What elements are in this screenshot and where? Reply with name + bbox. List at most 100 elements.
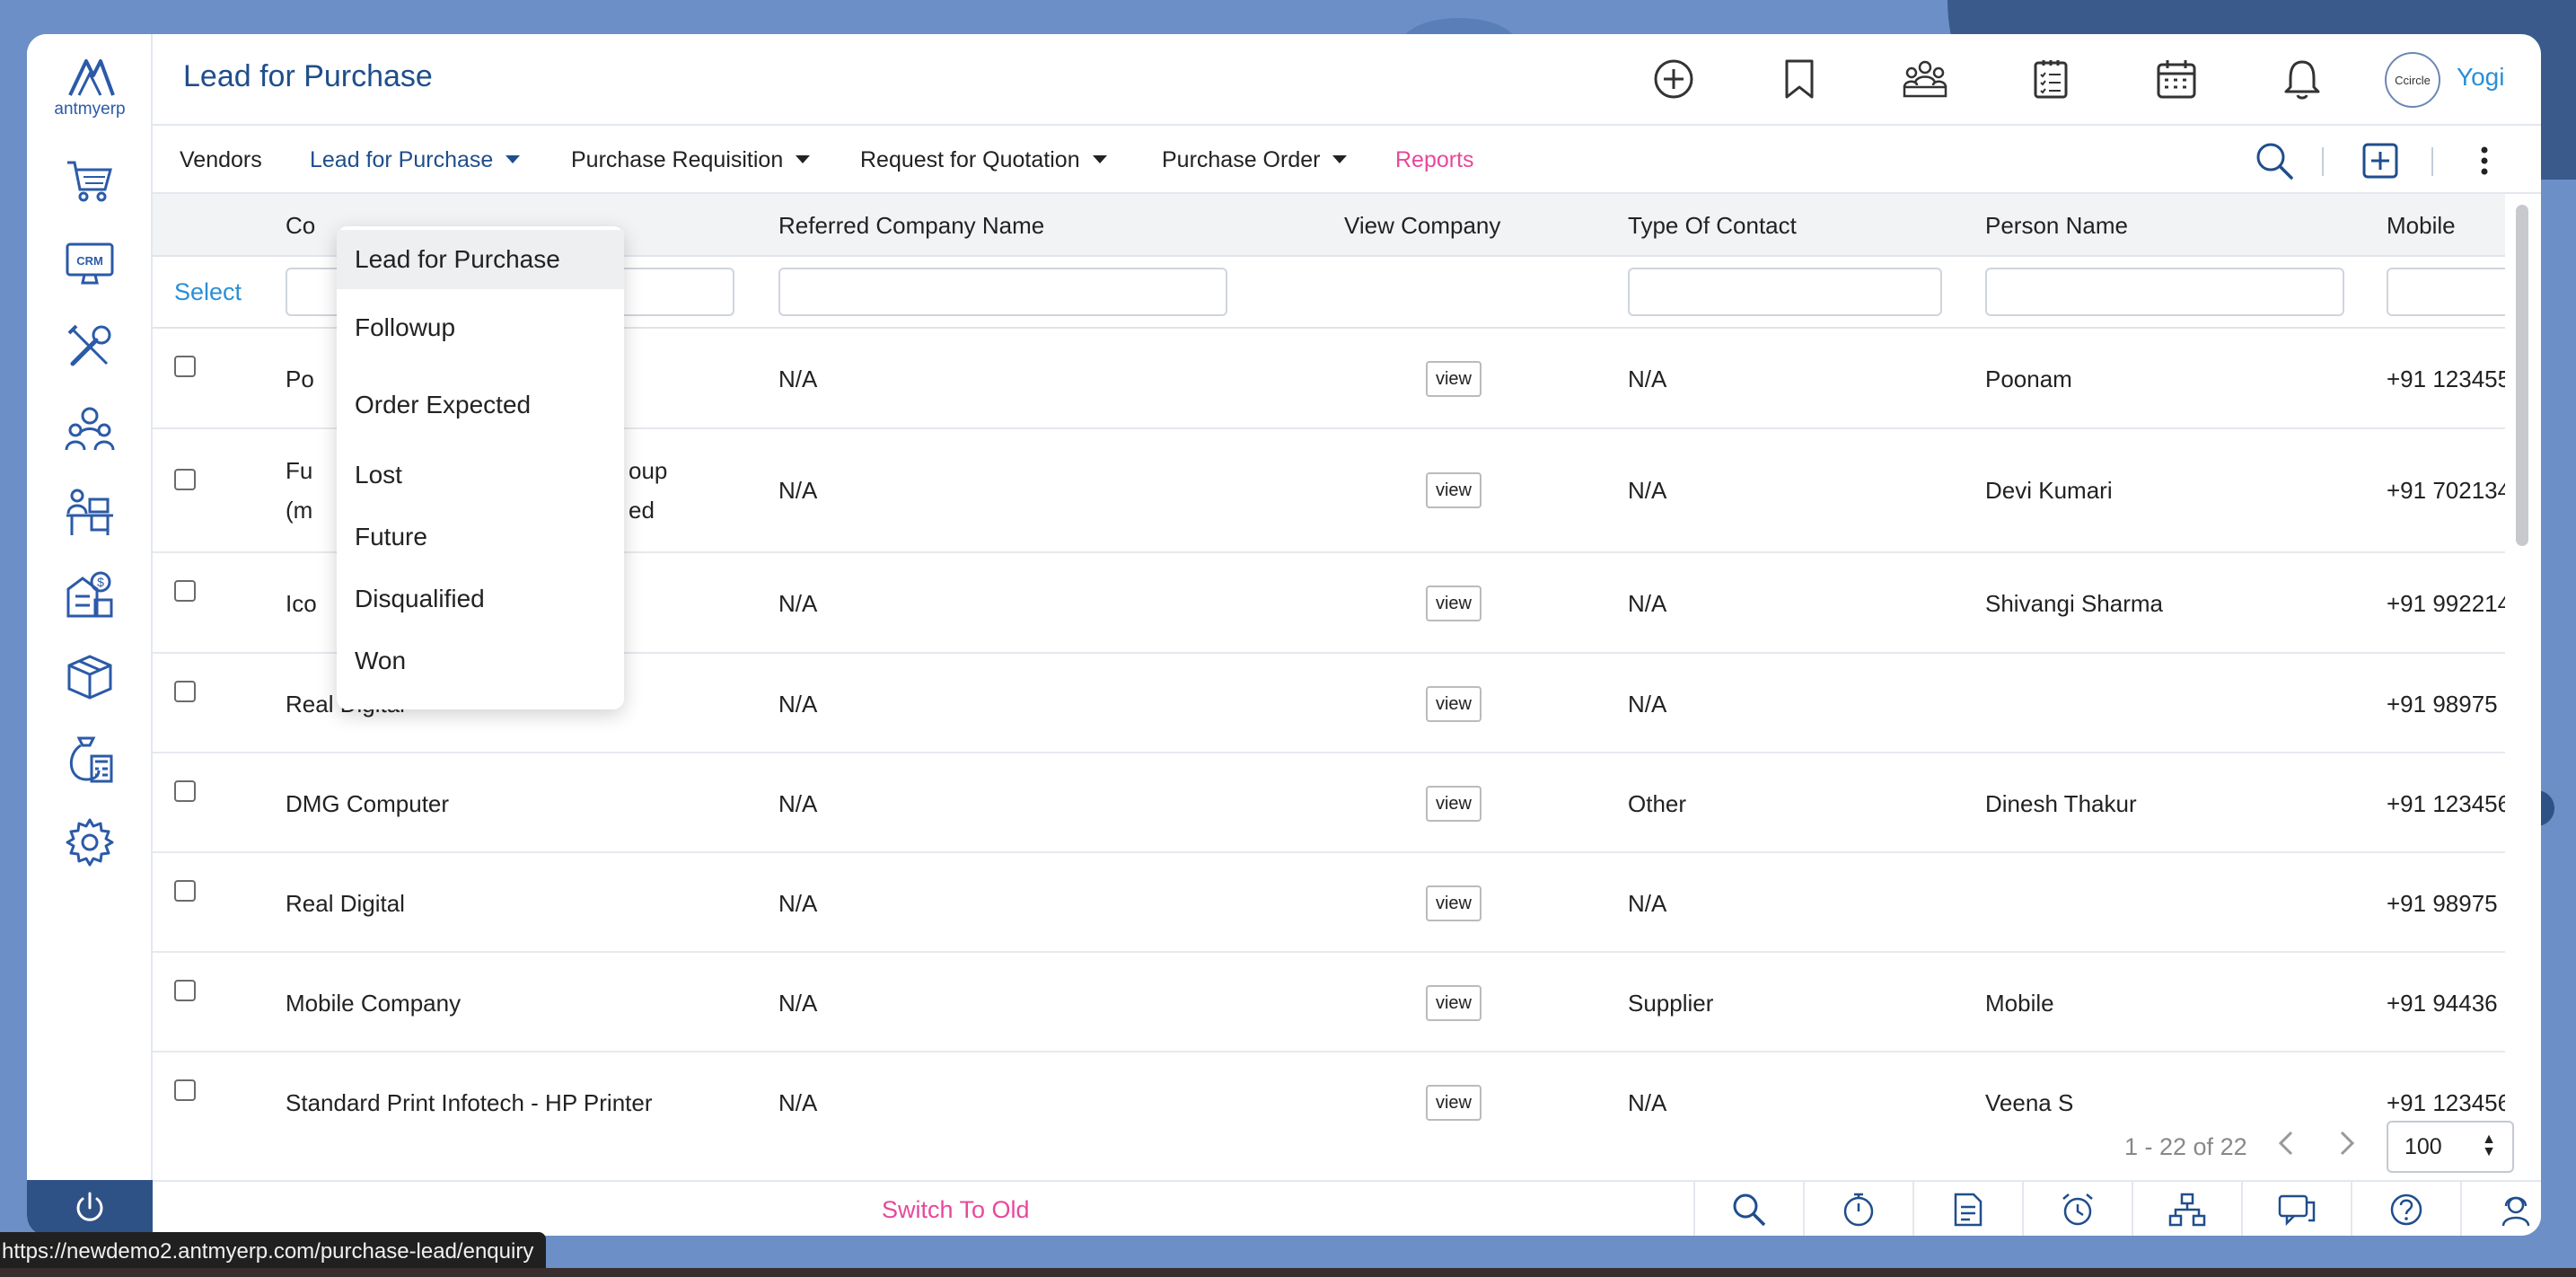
dropdown-item-won[interactable]: Won <box>337 631 624 691</box>
column-company[interactable]: Co <box>286 212 315 240</box>
tab-vendors-label: Vendors <box>180 147 262 172</box>
column-type-of-contact[interactable]: Type Of Contact <box>1628 212 1797 240</box>
sidebar-item-finance[interactable]: $ <box>61 566 119 623</box>
page-size-select[interactable]: 100 ▲ ▼ <box>2387 1121 2514 1173</box>
meetings-button[interactable] <box>1900 54 1950 104</box>
row-checkbox[interactable] <box>174 356 196 377</box>
mobile-cell: +91 992214 <box>2387 590 2505 617</box>
view-company-button[interactable]: view <box>1426 472 1481 508</box>
tab-request-for-quotation[interactable]: Request for Quotation <box>860 147 1107 173</box>
footer-support-button[interactable] <box>2460 1182 2541 1236</box>
company-cell: Po <box>286 365 314 392</box>
column-mobile[interactable]: Mobile <box>2387 212 2456 240</box>
power-button[interactable] <box>27 1180 153 1236</box>
person-cell: Veena S <box>1985 1089 2074 1116</box>
search-button[interactable] <box>2254 140 2295 181</box>
sidebar-item-hr[interactable] <box>61 401 119 458</box>
dropdown-item-lead-for-purchase[interactable]: Lead for Purchase <box>337 230 624 289</box>
type-cell: N/A <box>1628 590 1667 617</box>
row-checkbox[interactable] <box>174 469 196 490</box>
tab-po-label: Purchase Order <box>1162 147 1321 172</box>
sidebar-item-purchase[interactable] <box>61 153 119 210</box>
app-logo[interactable]: antmyerp <box>47 56 133 119</box>
tab-purchase-requisition[interactable]: Purchase Requisition <box>571 147 811 173</box>
person-cell: Dinesh Thakur <box>1985 790 2137 817</box>
row-checkbox[interactable] <box>174 780 196 802</box>
tab-vendors[interactable]: Vendors <box>180 147 262 173</box>
notifications-button[interactable] <box>2277 54 2327 104</box>
svg-text:CRM: CRM <box>76 254 103 268</box>
next-page-button[interactable] <box>2329 1121 2365 1166</box>
person-filter-input[interactable] <box>1985 268 2344 316</box>
page-title: Lead for Purchase <box>183 59 433 93</box>
calendar-button[interactable] <box>2151 54 2202 104</box>
sidebar-item-inventory[interactable] <box>61 648 119 706</box>
table-row[interactable]: Standard Print Infotech - HP Printer N/A… <box>153 1052 2505 1140</box>
referred-cell: N/A <box>778 590 818 617</box>
row-checkbox[interactable] <box>174 880 196 902</box>
view-company-button[interactable]: view <box>1426 786 1481 822</box>
row-checkbox[interactable] <box>174 580 196 602</box>
table-scrollbar[interactable] <box>2516 205 2528 546</box>
team-icon <box>65 407 115 451</box>
mobile-cell: +91 123456 <box>2387 1089 2505 1116</box>
footer-chat-button[interactable] <box>2241 1182 2351 1236</box>
sidebar-item-services[interactable] <box>61 318 119 375</box>
sidebar-item-accounts[interactable] <box>61 731 119 788</box>
document-icon <box>1954 1193 1983 1227</box>
footer-timer-button[interactable] <box>1803 1182 1912 1236</box>
referred-cell: N/A <box>778 790 818 817</box>
dropdown-item-disqualified[interactable]: Disqualified <box>337 569 624 629</box>
footer-document-button[interactable] <box>1912 1182 2022 1236</box>
sidebar-item-office[interactable] <box>61 483 119 541</box>
footer-alarm-button[interactable] <box>2022 1182 2132 1236</box>
view-company-button[interactable]: view <box>1426 361 1481 397</box>
column-person-name[interactable]: Person Name <box>1985 212 2128 240</box>
add-record-button[interactable] <box>2360 140 2401 181</box>
table-row[interactable]: DMG Computer N/A view Other Dinesh Thaku… <box>153 753 2505 853</box>
dropdown-item-future[interactable]: Future <box>337 507 624 567</box>
prev-page-button[interactable] <box>2268 1121 2304 1166</box>
chevron-right-icon <box>2340 1131 2355 1156</box>
quick-add-button[interactable] <box>1648 54 1699 104</box>
tab-reports[interactable]: Reports <box>1395 147 1474 173</box>
mobile-filter-input[interactable] <box>2387 268 2505 316</box>
table-row[interactable]: Real Digital N/A view N/A +91 98975 <box>153 853 2505 953</box>
referred-cell: N/A <box>778 477 818 504</box>
select-all-link[interactable]: Select <box>174 278 242 306</box>
column-view-company[interactable]: View Company <box>1344 212 1500 240</box>
sidebar-item-crm[interactable]: CRM <box>61 235 119 293</box>
view-company-button[interactable]: view <box>1426 985 1481 1021</box>
view-company-button[interactable]: view <box>1426 1085 1481 1121</box>
mobile-cell: +91 94436 <box>2387 990 2498 1017</box>
dropdown-item-lost[interactable]: Lost <box>337 445 624 505</box>
type-filter-input[interactable] <box>1628 268 1942 316</box>
row-checkbox[interactable] <box>174 1079 196 1101</box>
footer-search-button[interactable] <box>1693 1182 1803 1236</box>
user-name[interactable]: Yogi <box>2457 63 2504 92</box>
view-company-button[interactable]: view <box>1426 586 1481 621</box>
more-options-button[interactable] <box>2464 140 2505 181</box>
switch-to-old-link[interactable]: Switch To Old <box>882 1196 1030 1224</box>
avatar[interactable]: Ccircle <box>2385 52 2440 108</box>
footer-help-button[interactable] <box>2351 1182 2460 1236</box>
footer-org-button[interactable] <box>2132 1182 2241 1236</box>
dropdown-item-followup[interactable]: Followup <box>337 298 624 357</box>
row-checkbox[interactable] <box>174 980 196 1001</box>
add-square-icon <box>2362 143 2398 179</box>
view-company-button[interactable]: view <box>1426 885 1481 921</box>
column-referred-company[interactable]: Referred Company Name <box>778 212 1044 240</box>
view-company-button[interactable]: view <box>1426 686 1481 722</box>
company-cell: Fu <box>286 457 313 484</box>
bookmark-button[interactable] <box>1774 54 1824 104</box>
referred-company-filter-input[interactable] <box>778 268 1227 316</box>
mobile-cell: +91 123455 <box>2387 365 2505 392</box>
tab-purchase-order[interactable]: Purchase Order <box>1162 147 1348 173</box>
sidebar-item-settings[interactable] <box>61 814 119 871</box>
logo-text: antmyerp <box>54 100 126 119</box>
tasks-button[interactable] <box>2026 54 2076 104</box>
row-checkbox[interactable] <box>174 681 196 702</box>
tab-lead-for-purchase[interactable]: Lead for Purchase <box>310 147 521 173</box>
table-row[interactable]: Mobile Company N/A view Supplier Mobile … <box>153 953 2505 1052</box>
dropdown-item-order-expected[interactable]: Order Expected <box>337 375 624 435</box>
